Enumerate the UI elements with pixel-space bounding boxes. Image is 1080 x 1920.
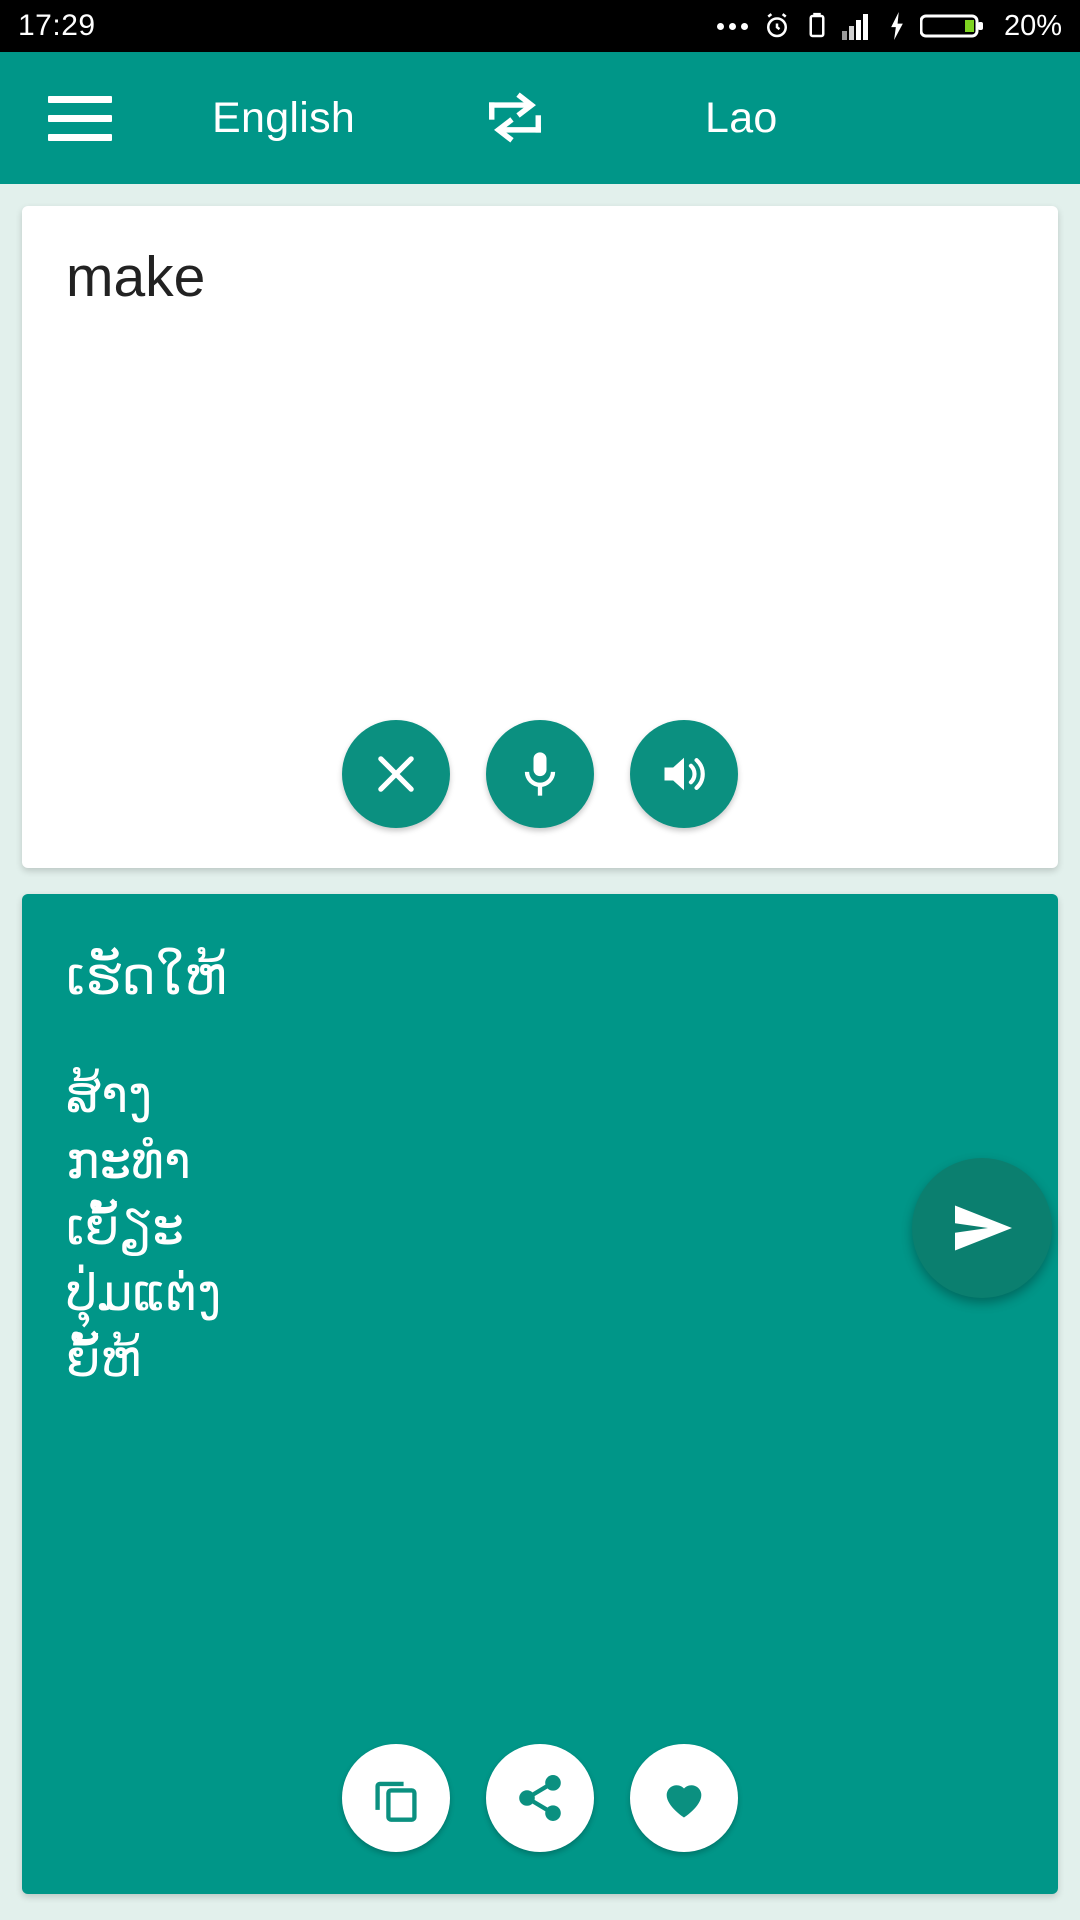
hamburger-menu-icon[interactable] <box>48 95 112 141</box>
copy-button[interactable] <box>342 1744 450 1852</box>
translate-send-button[interactable] <box>912 1158 1052 1298</box>
translation-result-card: ເຮັດໃຫ້ ສ້າງ ກະທຳ ເຍັ້ຽະ ປຸ່ມແຕ່ງ ຍັ້ຫ້ <box>22 894 1058 1894</box>
result-action-row <box>22 1744 1058 1852</box>
battery-percent-label: 20% <box>1003 9 1062 42</box>
favorite-button[interactable] <box>630 1744 738 1852</box>
target-language-button[interactable]: Lao <box>705 94 778 143</box>
app-toolbar: English Lao <box>0 52 1080 184</box>
main-content: make ເຮັດໃຫ້ ສ້າງ ກະທຳ ເຍັ້ຽະ ປຸ່ມແຕ່ງ ຍ… <box>0 184 1080 1920</box>
voice-input-button[interactable] <box>486 720 594 828</box>
list-item: ຍັ້ຫ້ <box>66 1331 142 1388</box>
list-item: ເຍັ້ຽະ <box>66 1199 184 1256</box>
alarm-clock-icon <box>762 11 792 41</box>
status-bar-icons: 20% <box>716 9 1062 43</box>
list-item: ກະທຳ <box>66 1133 191 1190</box>
source-action-row <box>22 720 1058 828</box>
swap-languages-icon[interactable] <box>480 83 550 153</box>
source-language-button[interactable]: English <box>212 94 355 143</box>
source-text-card: make <box>22 206 1058 868</box>
signal-bars-icon <box>841 12 874 40</box>
alternative-translations-list: ສ້າງ ກະທຳ ເຍັ້ຽະ ປຸ່ມແຕ່ງ ຍັ້ຫ້ <box>66 1062 1014 1392</box>
speak-source-button[interactable] <box>630 720 738 828</box>
status-bar: 17:29 20% <box>0 0 1080 52</box>
share-button[interactable] <box>486 1744 594 1852</box>
vibrate-icon <box>806 11 828 41</box>
list-item: ສ້າງ <box>66 1067 153 1124</box>
battery-icon <box>919 11 986 41</box>
source-text-input[interactable]: make <box>66 246 1014 309</box>
more-dots-icon <box>716 22 748 30</box>
main-translation-text: ເຮັດໃຫ້ <box>66 948 227 1006</box>
status-bar-clock: 17:29 <box>18 9 96 42</box>
charging-bolt-icon <box>888 12 906 40</box>
list-item: ປຸ່ມແຕ່ງ <box>66 1265 222 1322</box>
clear-button[interactable] <box>342 720 450 828</box>
